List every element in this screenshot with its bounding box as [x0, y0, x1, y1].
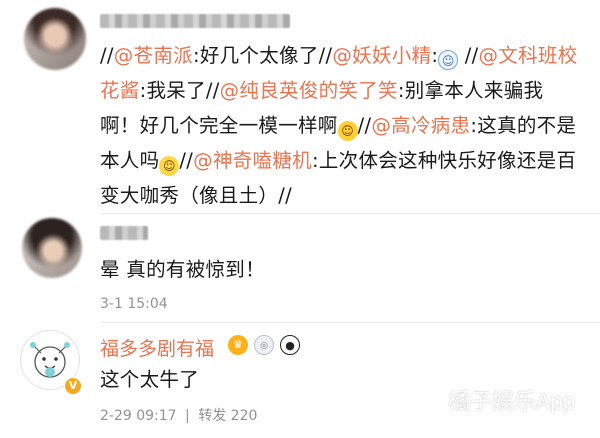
repost-label[interactable]: 转发 [198, 408, 226, 424]
text-segment: : [431, 44, 439, 67]
mention-link[interactable]: @神奇嗑糖机 [193, 149, 312, 172]
divider [100, 322, 600, 323]
ghost-emoji-icon: ☺ [438, 50, 459, 70]
avatar[interactable] [22, 218, 82, 278]
text-segment: // [357, 114, 372, 137]
mention-link[interactable]: @纯良英俊的笑了笑 [220, 79, 398, 102]
username[interactable]: 福多多剧有福 [100, 334, 214, 361]
comment-body: //@苍南派:好几个太像了//@妖妖小精: ☺ //@文科班校花酱:我呆了//@纯… [100, 38, 580, 213]
watermark: 橘子娱乐App [448, 389, 576, 414]
avatar[interactable] [24, 8, 86, 70]
username-blurred[interactable] [100, 226, 148, 240]
repost-count[interactable]: 220 [231, 408, 258, 424]
divider [100, 213, 600, 214]
comment-timestamp: 2-29 09:17 [100, 408, 177, 424]
mention-link[interactable]: @高冷病患 [371, 114, 470, 137]
comment-body: 晕 真的有被惊到！ [100, 258, 265, 281]
mention-link[interactable]: @妖妖小精 [332, 44, 431, 67]
medal-icon: ◎ [254, 335, 274, 355]
text-segment: // [100, 44, 114, 67]
username-blurred[interactable] [100, 14, 290, 28]
laughing-tears-emoji-icon: ☺ [337, 121, 358, 141]
mention-link[interactable]: @苍南派 [114, 44, 193, 67]
smug-emoji-icon: ☺ [159, 156, 180, 176]
comment-timestamp: 3-1 15:04 [100, 296, 168, 312]
verified-icon: V [64, 377, 82, 395]
text-segment: :我呆了// [139, 79, 220, 102]
panda-icon: ● [280, 335, 300, 355]
crown-icon: ♛ [228, 335, 248, 355]
comment-meta: 2-29 09:17 | 转发 220 [100, 405, 257, 425]
text-segment: // [179, 149, 194, 172]
text-segment: // [458, 44, 479, 67]
text-segment: :好几个太像了// [192, 44, 333, 67]
meta-separator: | [185, 408, 190, 424]
